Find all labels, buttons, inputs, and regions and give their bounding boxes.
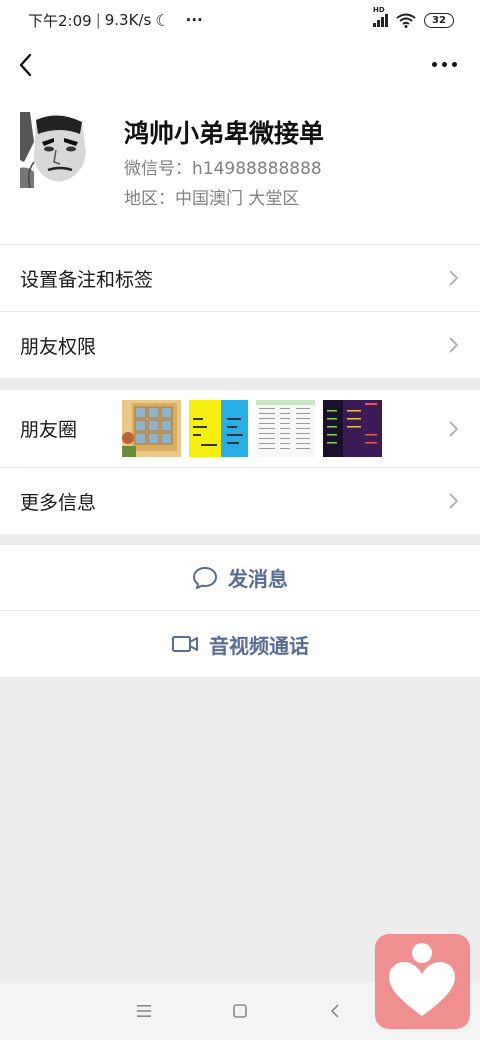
- moments-thumbnail: [189, 400, 248, 457]
- status-bar: 下午2:09 | 9.3K/s ☾ ··· HD 32: [0, 0, 480, 40]
- more-options-button[interactable]: [432, 54, 458, 74]
- heart-person-icon: [389, 943, 455, 1016]
- region: 地区：中国澳门 大堂区: [124, 189, 300, 209]
- back-nav-button[interactable]: [327, 1002, 345, 1020]
- battery-indicator: 32: [424, 12, 454, 28]
- moments-thumbnails: [122, 400, 382, 457]
- top-bar: [0, 40, 480, 90]
- send-message-button[interactable]: 发消息: [0, 545, 480, 610]
- more-dots-icon: [432, 61, 437, 67]
- signal-icon: HD: [373, 6, 388, 27]
- moments-label: 朋友圈: [20, 419, 78, 441]
- chat-bubble-icon: [193, 566, 217, 589]
- chevron-right-icon: [449, 337, 459, 353]
- chevron-right-icon: [449, 493, 459, 509]
- moments-thumbnail: [256, 400, 315, 457]
- wifi-icon: [396, 13, 416, 28]
- friend-permission-label: 朋友权限: [20, 335, 97, 358]
- send-message-label: 发消息: [228, 567, 288, 591]
- video-call-button[interactable]: 音视频通话: [0, 611, 480, 677]
- notification-dots: ···: [185, 11, 203, 29]
- moon-icon: ☾: [155, 10, 170, 30]
- status-time: 下午2:09: [28, 11, 92, 30]
- video-call-label: 音视频通话: [209, 633, 309, 658]
- moments-thumbnail: [323, 400, 382, 457]
- meme-face-image: [20, 112, 92, 188]
- chevron-right-icon: [449, 270, 459, 286]
- home-button[interactable]: [231, 1002, 249, 1020]
- moments-thumbnail: [122, 400, 181, 457]
- hd-badge: HD: [373, 5, 385, 14]
- profile-card: 鸿帅小弟卑微接单 微信号：h14988888888 地区：中国澳门 大堂区: [0, 90, 480, 244]
- more-info-label: 更多信息: [20, 491, 97, 514]
- avatar[interactable]: [20, 112, 92, 188]
- chevron-left-icon: [19, 53, 32, 77]
- status-speed: 9.3K/s: [104, 11, 152, 29]
- set-remark-row[interactable]: 设置备注和标签: [0, 245, 480, 311]
- set-remark-label: 设置备注和标签: [20, 268, 154, 291]
- more-info-row[interactable]: 更多信息: [0, 468, 480, 534]
- friend-permission-row[interactable]: 朋友权限: [0, 312, 480, 378]
- chevron-right-icon: [449, 420, 459, 437]
- contact-name: 鸿帅小弟卑微接单: [124, 119, 325, 148]
- floating-app-button[interactable]: [375, 934, 470, 1029]
- recent-apps-button[interactable]: [135, 1003, 153, 1019]
- wechat-id: 微信号：h14988888888: [124, 159, 322, 179]
- moments-row[interactable]: 朋友圈: [0, 390, 480, 467]
- video-camera-icon: [172, 636, 198, 652]
- back-button[interactable]: [14, 50, 40, 80]
